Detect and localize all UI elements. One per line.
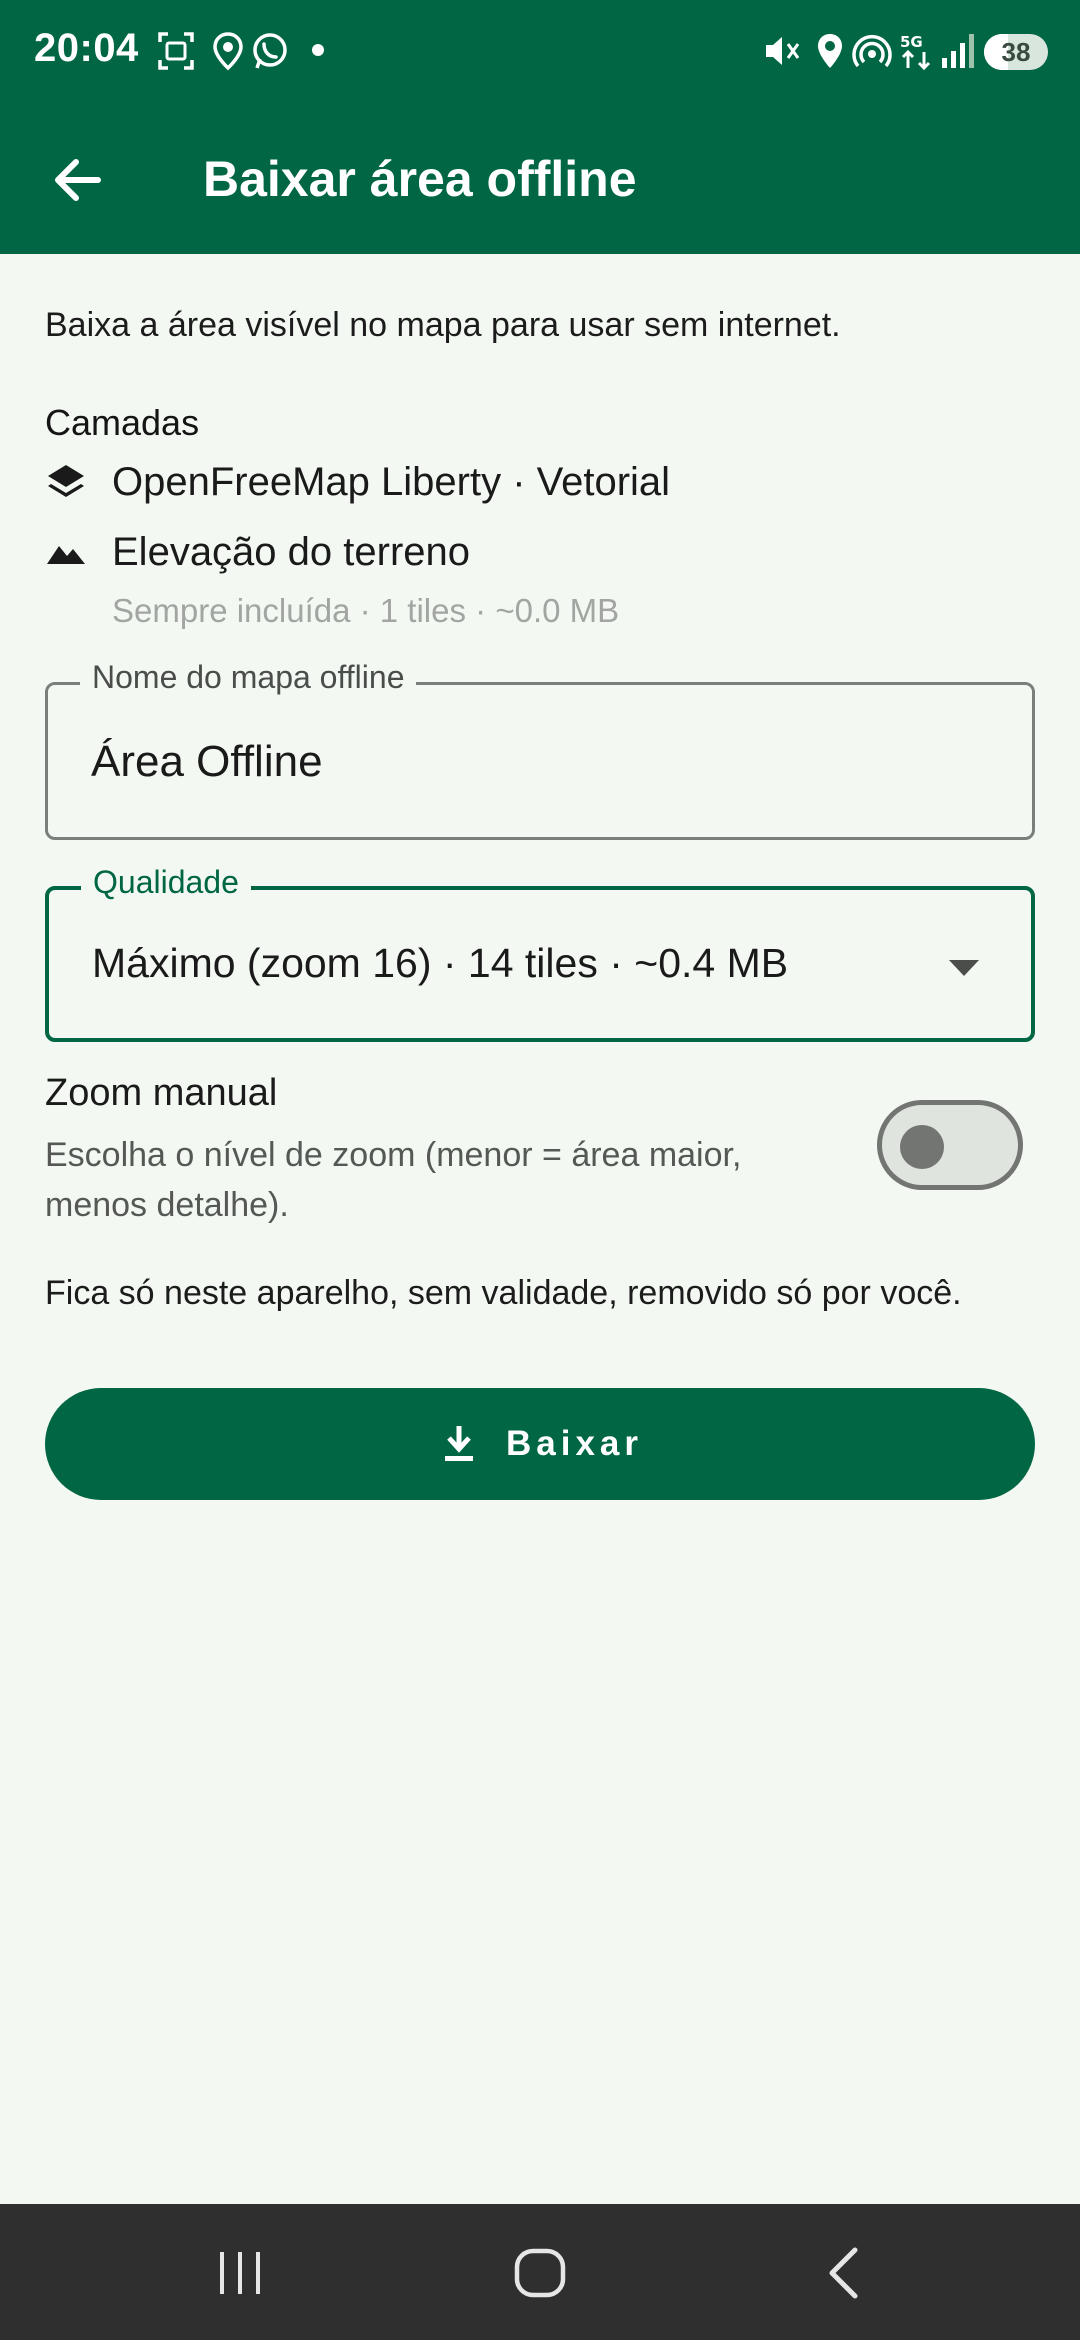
screenshot-icon: [158, 32, 194, 70]
battery-level: 38: [1001, 37, 1031, 67]
whatsapp-icon: [253, 33, 287, 69]
toggle-knob: [900, 1125, 944, 1169]
app-bar: Baixar área offline: [0, 104, 1080, 254]
quality-field-label: Qualidade: [81, 864, 251, 901]
layer-item-terrain: Elevação do terreno: [45, 526, 945, 586]
svg-text:5G: 5G: [900, 33, 923, 51]
5g-data-icon: 5G: [900, 33, 931, 71]
layer-item-vector: OpenFreeMap Liberty · Vetorial: [45, 456, 945, 516]
back-icon[interactable]: [810, 2238, 880, 2308]
page-title: Baixar área offline: [203, 151, 637, 207]
manual-zoom-title: Zoom manual: [45, 1072, 278, 1114]
home-icon[interactable]: [505, 2238, 575, 2308]
arrow-left-icon[interactable]: [40, 140, 120, 220]
terrain-icon: [47, 546, 85, 564]
recent-apps-icon[interactable]: [205, 2238, 275, 2308]
screen: 20:04 5G 38 Baixar área offline Baixa a …: [0, 0, 1080, 2340]
status-bar: 20:04 5G 38: [0, 0, 1080, 104]
signal-icon: [942, 34, 974, 68]
location-pin-icon: [213, 32, 243, 71]
offline-map-name-field[interactable]: Nome do mapa offline Área Offline: [45, 659, 1035, 840]
storage-note: Fica só neste aparelho, sem validade, re…: [45, 1274, 962, 1312]
manual-zoom-description: Escolha o nível de zoom (menor = área ma…: [45, 1136, 742, 1224]
name-field-label: Nome do mapa offline: [80, 659, 417, 696]
quality-dropdown[interactable]: Qualidade Máximo (zoom 16) · 14 tiles · …: [45, 864, 1035, 1042]
layer-label-terrain: Elevação do terreno: [112, 530, 471, 574]
battery-icon: 38: [984, 34, 1048, 70]
system-nav-bar: [0, 2204, 1080, 2340]
download-button[interactable]: Baixar: [45, 1388, 1035, 1500]
layers-icon: [48, 465, 84, 497]
layers-section-title: Camadas: [45, 402, 200, 443]
download-icon: [445, 1426, 473, 1461]
status-time: 20:04: [34, 26, 139, 70]
layer-subtitle-terrain: Sempre incluída · 1 tiles · ~0.0 MB: [112, 592, 620, 629]
hotspot-icon: [852, 35, 892, 68]
layer-label-vector: OpenFreeMap Liberty · Vetorial: [112, 460, 671, 504]
manual-zoom-toggle[interactable]: [877, 1100, 1023, 1190]
name-field-value[interactable]: Área Offline: [91, 737, 323, 787]
location-icon: [818, 34, 842, 68]
dropdown-arrow-icon[interactable]: [949, 960, 979, 978]
download-button-label: Baixar: [506, 1424, 644, 1463]
quality-field-value[interactable]: Máximo (zoom 16) · 14 tiles · ~0.4 MB: [92, 940, 788, 987]
mute-icon: [766, 37, 800, 65]
notification-dot-icon: [312, 44, 324, 56]
intro-text: Baixa a área visível no mapa para usar s…: [45, 306, 841, 344]
